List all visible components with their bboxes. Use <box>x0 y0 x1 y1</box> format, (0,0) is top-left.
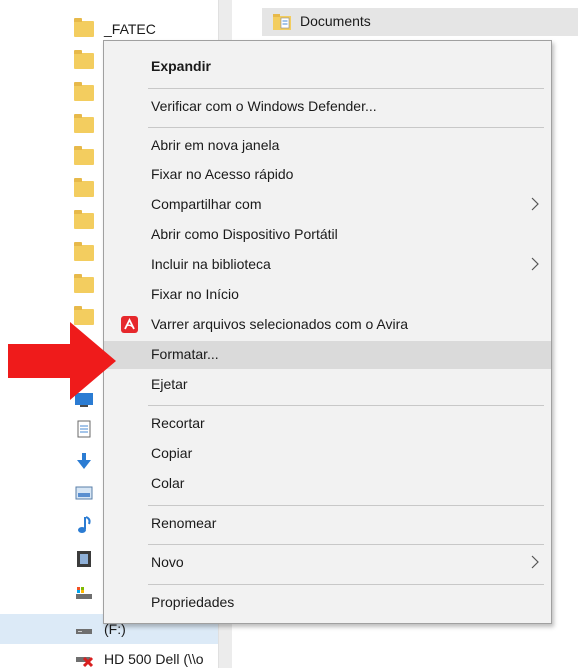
menu-item-label: Abrir em nova janela <box>151 137 280 153</box>
menu-item-open-new-window[interactable]: Abrir em nova janela <box>104 132 551 160</box>
folder-icon <box>74 114 94 134</box>
menu-item-new[interactable]: Novo <box>104 549 551 577</box>
menu-separator <box>148 127 544 128</box>
menu-item-label: Verificar com o Windows Defender... <box>151 98 377 114</box>
menu-item-pin-to-start[interactable]: Fixar no Início <box>104 281 551 309</box>
folder-icon <box>74 146 94 166</box>
menu-item-label: Incluir na biblioteca <box>151 256 271 272</box>
menu-item-windows-defender[interactable]: Verificar com o Windows Defender... <box>104 93 551 121</box>
menu-item-label: Fixar no Acesso rápido <box>151 166 294 182</box>
menu-item-label: Recortar <box>151 415 205 431</box>
menu-item-expand[interactable]: Expandir <box>104 53 551 81</box>
menu-item-label: Abrir como Dispositivo Portátil <box>151 226 338 242</box>
menu-item-label: Expandir <box>151 58 211 74</box>
menu-item-open-portable-device[interactable]: Abrir como Dispositivo Portátil <box>104 221 551 249</box>
chevron-right-icon <box>529 554 541 570</box>
menu-item-label: Ejetar <box>151 376 188 392</box>
menu-separator <box>148 88 544 89</box>
nav-item-label: HD 500 Dell (\\o <box>104 651 204 667</box>
menu-item-avira-scan[interactable]: Varrer arquivos selecionados com o Avira <box>104 311 551 339</box>
menu-item-label: Novo <box>151 554 184 570</box>
context-menu: Expandir Verificar com o Windows Defende… <box>103 40 552 624</box>
menu-separator <box>148 584 544 585</box>
folder-icon <box>74 178 94 198</box>
menu-item-label: Copiar <box>151 445 193 461</box>
menu-item-label: Formatar... <box>151 346 219 362</box>
folder-icon <box>74 18 94 38</box>
documents-label: Documents <box>300 13 371 29</box>
music-icon <box>74 516 94 534</box>
menu-item-label: Compartilhar com <box>151 196 262 212</box>
menu-item-properties[interactable]: Propriedades <box>104 589 551 617</box>
folder-icon <box>74 274 94 294</box>
download-icon <box>74 452 94 470</box>
menu-item-label: Renomear <box>151 515 217 531</box>
red-arrow-icon <box>8 322 116 400</box>
menu-item-paste[interactable]: Colar <box>104 470 551 498</box>
menu-item-format[interactable]: Formatar... <box>104 341 551 369</box>
video-icon <box>74 550 94 568</box>
menu-item-cut[interactable]: Recortar <box>104 410 551 438</box>
menu-item-share-with[interactable]: Compartilhar com <box>104 191 551 219</box>
folder-icon <box>74 242 94 262</box>
menu-item-label: Varrer arquivos selecionados com o Avira <box>151 316 409 332</box>
menu-item-label: Fixar no Início <box>151 286 239 302</box>
folder-icon <box>74 210 94 230</box>
avira-icon <box>121 316 138 333</box>
menu-item-rename[interactable]: Renomear <box>104 510 551 538</box>
menu-item-eject[interactable]: Ejetar <box>104 371 551 399</box>
folder-icon <box>74 50 94 70</box>
folder-icon <box>74 82 94 102</box>
menu-item-pin-quick-access[interactable]: Fixar no Acesso rápido <box>104 161 551 189</box>
nav-item-network-drive[interactable]: HD 500 Dell (\\o <box>0 644 218 668</box>
menu-separator <box>148 405 544 406</box>
menu-separator <box>148 544 544 545</box>
nav-item-label: _FATEC <box>104 21 156 37</box>
menu-item-include-in-library[interactable]: Incluir na biblioteca <box>104 251 551 279</box>
pictures-icon <box>74 484 94 502</box>
chevron-right-icon <box>529 196 541 212</box>
documents-folder-icon <box>272 13 292 31</box>
network-drive-icon <box>74 650 94 668</box>
menu-item-label: Colar <box>151 475 185 491</box>
document-icon <box>74 420 94 438</box>
drive-icon <box>74 620 94 638</box>
chevron-right-icon <box>529 256 541 272</box>
menu-item-copy[interactable]: Copiar <box>104 440 551 468</box>
local-disk-icon <box>74 584 94 602</box>
menu-item-label: Propriedades <box>151 594 235 610</box>
menu-separator <box>148 505 544 506</box>
